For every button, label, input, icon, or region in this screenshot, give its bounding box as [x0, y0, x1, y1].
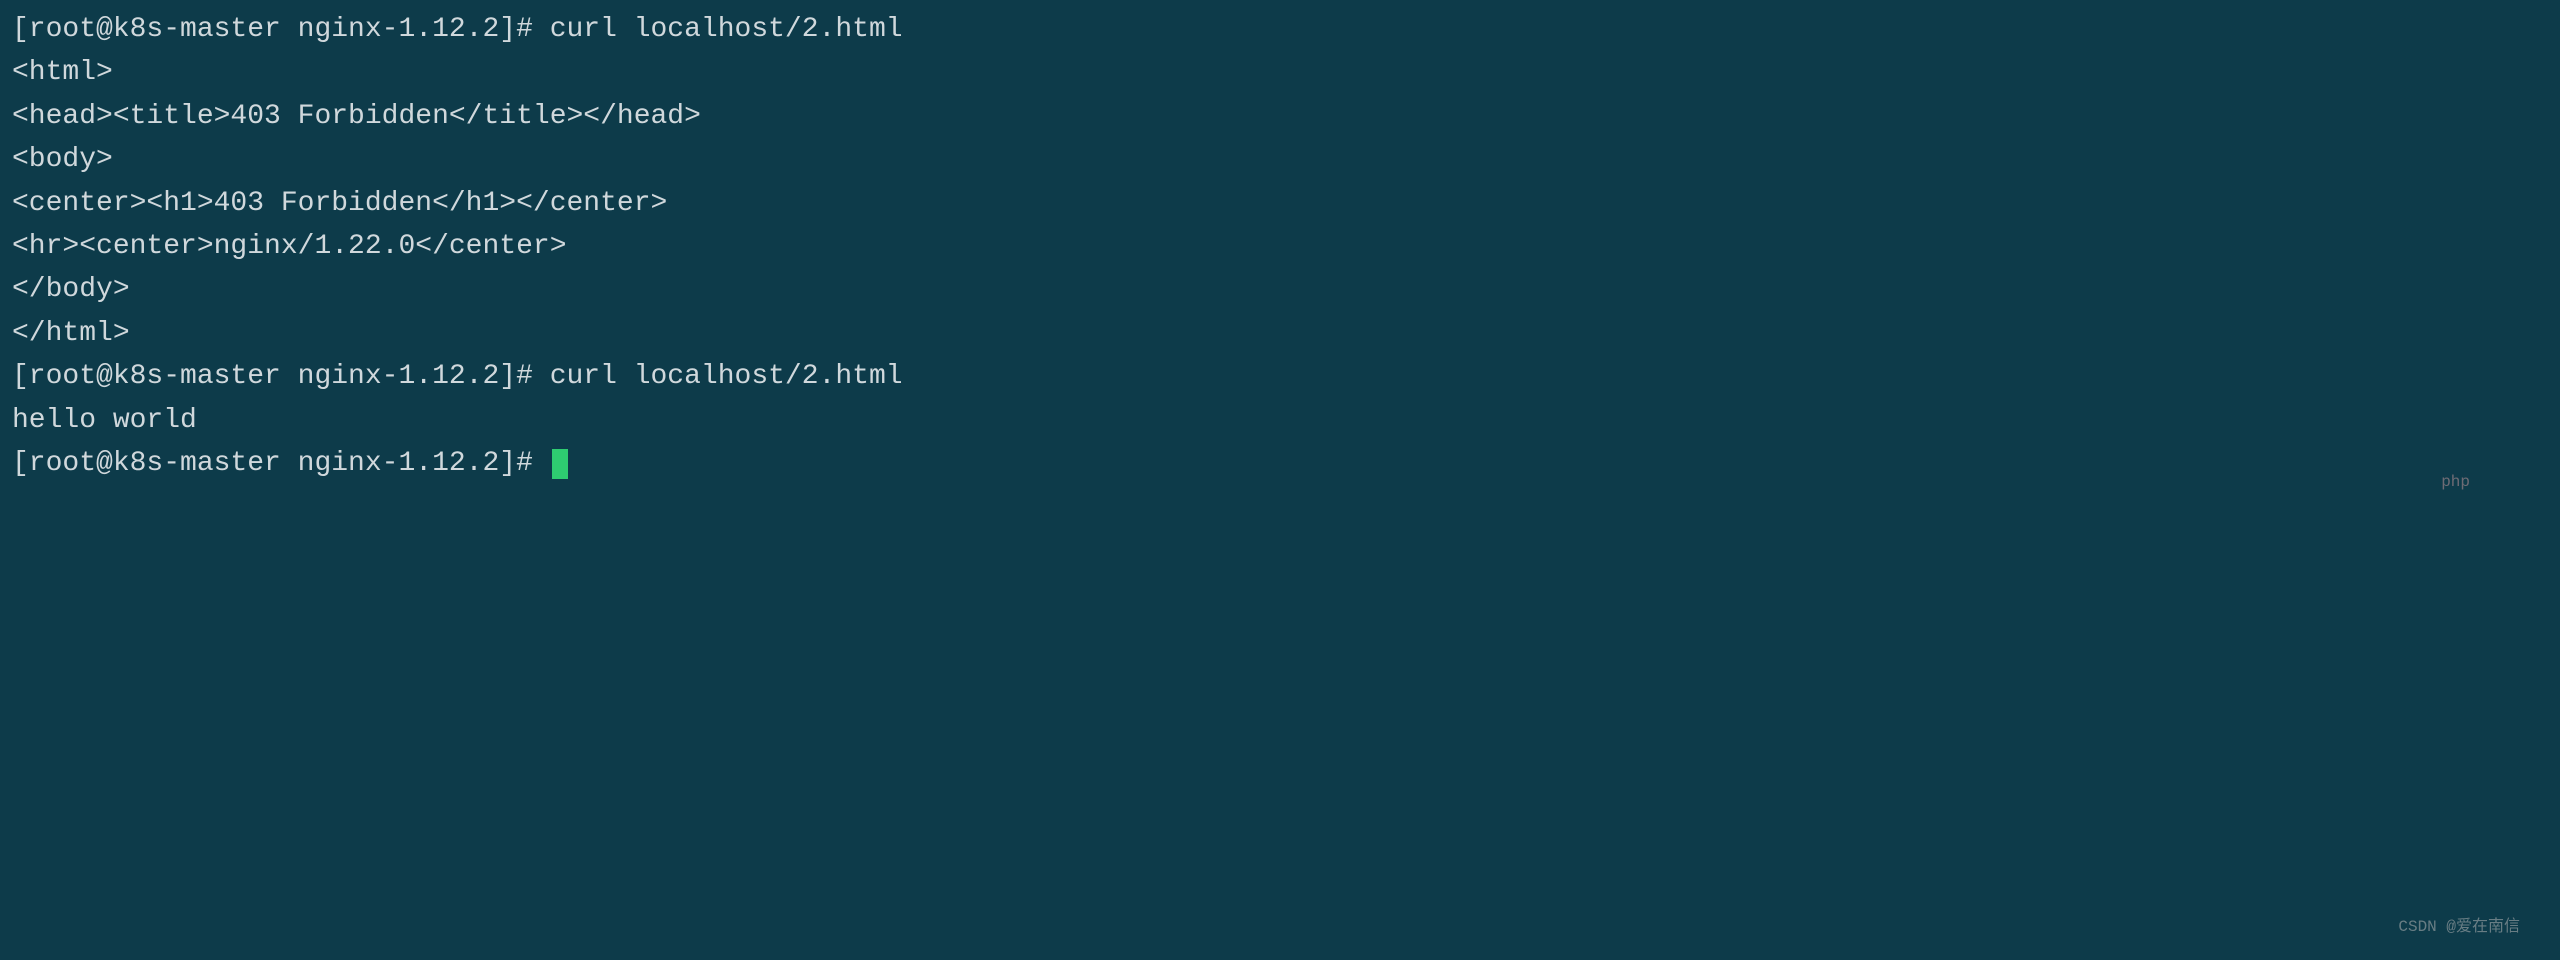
terminal-line: [root@k8s-master nginx-1.12.2]# [12, 442, 2548, 485]
terminal-line: [root@k8s-master nginx-1.12.2]# curl loc… [12, 355, 2548, 398]
terminal-line: <center><h1>403 Forbidden</h1></center> [12, 182, 2548, 225]
terminal-line: <body> [12, 138, 2548, 181]
watermark-text: php [2441, 470, 2470, 495]
shell-prompt: [root@k8s-master nginx-1.12.2]# [12, 448, 550, 479]
terminal-output[interactable]: [root@k8s-master nginx-1.12.2]# curl loc… [12, 8, 2548, 485]
terminal-line: </body> [12, 268, 2548, 311]
watermark-text: CSDN @爱在南信 [2398, 915, 2520, 940]
terminal-line: <hr><center>nginx/1.22.0</center> [12, 225, 2548, 268]
terminal-line: </html> [12, 312, 2548, 355]
shell-prompt: [root@k8s-master nginx-1.12.2]# [12, 14, 550, 45]
terminal-line: <html> [12, 51, 2548, 94]
shell-command: curl localhost/2.html [550, 361, 903, 392]
terminal-line: hello world [12, 399, 2548, 442]
shell-command: curl localhost/2.html [550, 14, 903, 45]
shell-prompt: [root@k8s-master nginx-1.12.2]# [12, 361, 550, 392]
terminal-line: [root@k8s-master nginx-1.12.2]# curl loc… [12, 8, 2548, 51]
cursor-icon[interactable] [552, 449, 568, 479]
terminal-line: <head><title>403 Forbidden</title></head… [12, 95, 2548, 138]
